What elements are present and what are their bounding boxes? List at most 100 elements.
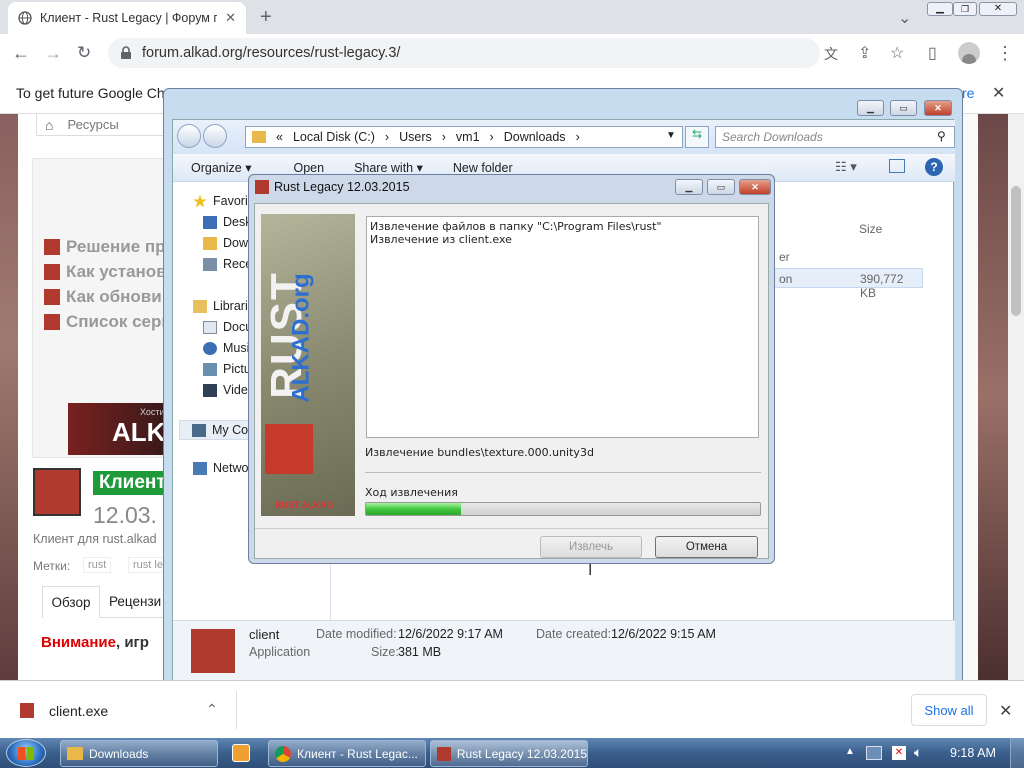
separator — [236, 691, 237, 729]
taskbar: Downloads Клиент - Rust Legac... Rust Le… — [0, 738, 1024, 768]
sidebar-link[interactable]: Как установ — [44, 259, 172, 284]
page-background-left — [0, 114, 18, 680]
folder-icon — [67, 747, 83, 760]
chrome-icon — [275, 745, 291, 762]
page-background-right — [978, 114, 1008, 680]
address-bar[interactable]: forum.alkad.org/resources/rust-legacy.3/… — [108, 38, 904, 68]
dialog-maximize-button[interactable]: ▭ — [707, 179, 735, 195]
close-icon[interactable]: ✕ — [992, 83, 1005, 103]
crumb-vm1[interactable]: vm1 — [456, 130, 480, 144]
refresh-icon[interactable]: ⇆ — [685, 126, 709, 148]
nav-recent[interactable]: Rece — [203, 257, 252, 271]
dialog-minimize-button[interactable]: ▁ — [675, 179, 703, 195]
tag[interactable]: rust — [83, 557, 112, 573]
reload-icon[interactable]: ↻ — [77, 43, 91, 63]
crumb-local-disk[interactable]: Local Disk (C:) — [293, 130, 375, 144]
close-icon[interactable]: ✕ — [225, 10, 236, 26]
download-filename[interactable]: client.exe — [49, 703, 108, 719]
sidebar-link[interactable]: Список серв — [44, 309, 172, 334]
extraction-log[interactable]: Извлечение файлов в папку "C:\Program Fi… — [366, 216, 759, 438]
help-icon[interactable]: ? — [925, 158, 943, 176]
resource-tabs: Обзор Рецензи — [42, 586, 178, 618]
close-icon[interactable]: ✕ — [999, 701, 1012, 721]
taskbar-item-chrome[interactable]: Клиент - Rust Legac... — [268, 740, 426, 767]
organize-button[interactable]: Organize ▾ — [191, 160, 251, 175]
preview-pane-icon[interactable] — [889, 159, 905, 173]
plus-icon[interactable]: + — [260, 6, 272, 29]
separator — [255, 528, 768, 529]
back-icon[interactable]: ← — [12, 43, 30, 64]
chevron-down-icon[interactable]: ⌄ — [898, 8, 911, 28]
breadcrumb[interactable]: « Local Disk (C:) › Users › vm1 › Downlo… — [245, 126, 683, 148]
windows-logo-icon — [18, 747, 34, 760]
breadcrumb-item[interactable]: Ресурсы — [67, 117, 118, 132]
chevron-down-icon[interactable]: ▼ — [666, 130, 676, 141]
translate-icon[interactable]: 文 — [824, 44, 838, 64]
lock-icon — [120, 46, 132, 60]
show-all-button[interactable]: Show all — [911, 694, 987, 726]
file-icon — [191, 629, 235, 673]
network-icon — [193, 461, 207, 475]
network-tray-icon[interactable] — [866, 746, 882, 760]
volume-icon[interactable]: 🔈︎ — [914, 744, 922, 761]
browser-tab[interactable]: Клиент - Rust Legacy | Форум пр ✕ — [8, 2, 246, 34]
nav-desktop[interactable]: Desk — [203, 215, 251, 229]
tray-arrow-icon[interactable]: ▲ — [845, 746, 855, 757]
nav-documents[interactable]: Docu — [203, 320, 252, 334]
nav-pictures[interactable]: Pictu — [203, 362, 251, 376]
page-scrollbar[interactable] — [1008, 114, 1024, 680]
forward-icon[interactable] — [203, 124, 227, 148]
info-bar-link[interactable]: re — [962, 85, 974, 101]
open-button[interactable]: Open — [281, 161, 324, 175]
hosting-banner[interactable]: Хости ALK — [68, 403, 164, 455]
taskbar-item-rust[interactable]: Rust Legacy 12.03.2015 — [430, 740, 588, 767]
view-icon[interactable]: ☷ ▾ — [835, 159, 857, 175]
sidebar-link[interactable]: Решение пр — [44, 234, 172, 259]
taskbar-item-explorer[interactable]: Downloads — [60, 740, 218, 767]
nav-downloads[interactable]: Dowr — [203, 236, 252, 250]
share-with-button[interactable]: Share with ▾ — [354, 160, 423, 175]
cancel-button[interactable]: Отмена — [655, 536, 758, 558]
forward-icon[interactable]: → — [44, 43, 62, 64]
rust-logo-icon — [265, 424, 313, 474]
dialog-close-button[interactable]: ✕ — [739, 179, 771, 195]
nav-videos[interactable]: Vide — [203, 383, 248, 397]
more-icon[interactable]: ⋮ — [996, 43, 1014, 64]
restore-button[interactable]: ❐ — [953, 2, 977, 16]
nav-music[interactable]: Musi — [203, 341, 249, 355]
extract-button[interactable]: Извлечь — [540, 536, 642, 558]
file-row-selected[interactable]: on 390,772 KB — [773, 268, 923, 300]
sidebar-icon[interactable]: ▯ — [928, 43, 937, 63]
sidebar-links: Решение пр Как установ Как обнови Список… — [44, 234, 172, 334]
profile-icon[interactable] — [958, 42, 980, 64]
show-desktop-button[interactable] — [1010, 738, 1024, 768]
flag-tray-icon[interactable]: ✕ — [892, 746, 906, 760]
media-player-icon[interactable] — [232, 744, 250, 762]
search-input[interactable]: Search Downloads — [715, 126, 955, 148]
crumb-downloads[interactable]: Downloads — [504, 130, 566, 144]
column-header-size[interactable]: Size — [859, 222, 882, 236]
nav-libraries[interactable]: Librari — [193, 299, 248, 313]
music-icon — [203, 341, 217, 355]
explorer-minimize-button[interactable]: ▁ — [857, 100, 884, 116]
new-folder-button[interactable]: New folder — [453, 161, 513, 175]
text-cursor-icon: I — [588, 562, 593, 579]
crumb-users[interactable]: Users — [399, 130, 432, 144]
explorer-maximize-button[interactable]: ▭ — [890, 100, 917, 116]
extraction-dialog: Rust Legacy 12.03.2015 ▁ ▭ ✕ RUST ALKAD.… — [248, 174, 775, 579]
minimize-button[interactable]: ▁ — [927, 2, 953, 16]
nav-favorites[interactable]: Favorit — [193, 194, 251, 208]
tab-reviews[interactable]: Рецензи — [109, 594, 161, 609]
sidebar-link[interactable]: Как обнови — [44, 284, 172, 309]
nav-network[interactable]: Netwo — [193, 461, 248, 475]
clock[interactable]: 9:18 AM — [950, 746, 996, 760]
chevron-up-icon[interactable]: ⌃ — [206, 701, 218, 718]
tag[interactable]: rust le — [128, 557, 168, 573]
share-icon[interactable]: ⇪ — [858, 43, 871, 63]
window-close-button[interactable]: ✕ — [979, 2, 1017, 16]
star-icon[interactable]: ☆ — [890, 43, 904, 63]
home-icon[interactable]: ⌂ — [45, 117, 53, 133]
tab-overview[interactable]: Обзор — [42, 586, 100, 618]
explorer-close-button[interactable]: ✕ — [924, 100, 952, 116]
back-icon[interactable] — [177, 124, 201, 148]
